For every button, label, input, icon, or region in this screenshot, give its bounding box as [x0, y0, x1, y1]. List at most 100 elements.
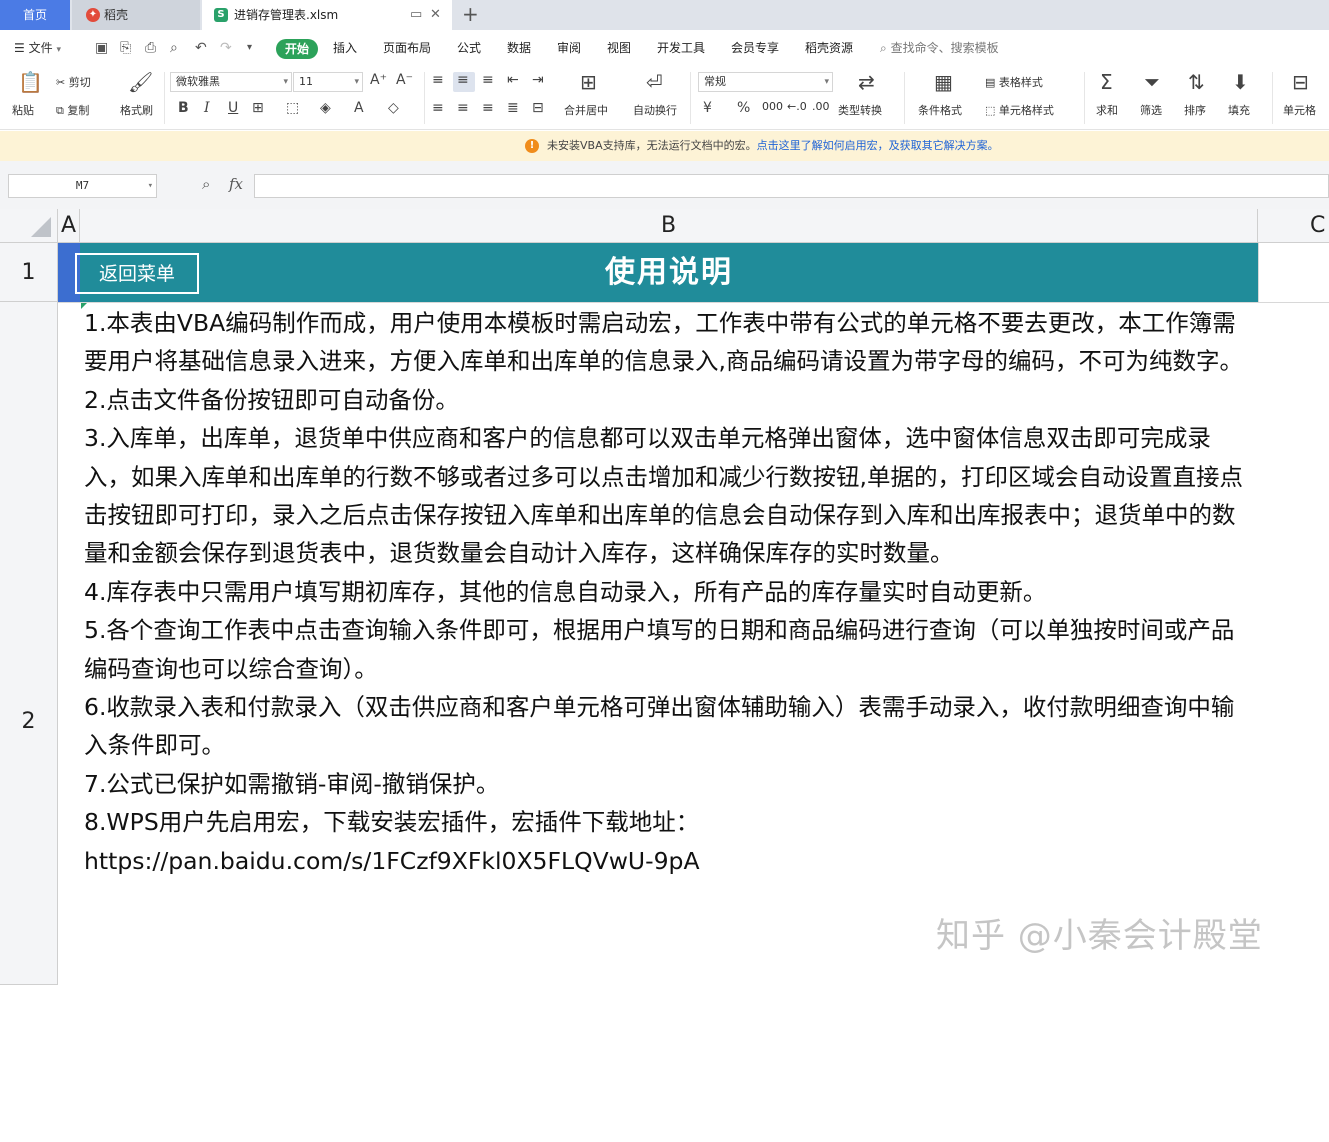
- save-icon[interactable]: ▣: [95, 40, 108, 56]
- tab-daoke[interactable]: ✦ 稻壳: [72, 0, 200, 30]
- distributed-icon[interactable]: ⊟: [532, 100, 544, 116]
- percent-icon[interactable]: %: [737, 100, 750, 116]
- decrease-decimal-icon[interactable]: .00: [812, 100, 830, 113]
- filter-button[interactable]: 筛选: [1140, 102, 1162, 118]
- insert-function-icon[interactable]: fx: [229, 175, 243, 193]
- row-header-1[interactable]: 1: [0, 243, 58, 302]
- select-all-triangle-icon: [31, 217, 51, 237]
- align-bottom-icon[interactable]: ≡: [482, 72, 494, 88]
- column-header-b[interactable]: B: [80, 209, 1258, 243]
- menu-data[interactable]: 数据: [507, 30, 531, 66]
- font-name-select[interactable]: 微软雅黑: [170, 72, 292, 92]
- more-quick-access-icon[interactable]: ▾: [247, 40, 252, 56]
- menu-bar: ☰ 文件 ▾ ▣ ⎘ ⎙ ⌕ ↶ ↷ ▾ 开始 插入 页面布局 公式 数据 审阅…: [0, 30, 1329, 66]
- number-format-select[interactable]: 常规: [698, 72, 833, 92]
- currency-icon[interactable]: ¥: [703, 100, 712, 116]
- align-middle-icon[interactable]: ≡: [457, 72, 469, 88]
- menu-review[interactable]: 审阅: [557, 30, 581, 66]
- sort-button[interactable]: 排序: [1184, 102, 1206, 118]
- menu-developer[interactable]: 开发工具: [657, 30, 705, 66]
- column-header-a[interactable]: A: [58, 209, 80, 243]
- window-mode-icon[interactable]: ▭: [410, 0, 422, 30]
- tab-file[interactable]: S 进销存管理表.xlsm ▭ ✕: [202, 0, 452, 30]
- export-icon[interactable]: ⎘: [120, 40, 131, 56]
- font-size-select[interactable]: 11: [293, 72, 363, 92]
- back-to-menu-button[interactable]: 返回菜单: [75, 253, 199, 294]
- file-menu[interactable]: ☰ 文件 ▾: [14, 30, 61, 66]
- new-tab-button[interactable]: +: [462, 0, 479, 30]
- type-convert-icon[interactable]: ⇄: [858, 70, 875, 94]
- cut-button[interactable]: ✂ 剪切: [56, 74, 91, 90]
- command-search[interactable]: ⌕ 查找命令、搜索模板: [880, 30, 999, 66]
- thousands-separator-icon[interactable]: 000: [762, 100, 783, 113]
- print-preview-icon[interactable]: ⌕: [170, 40, 178, 56]
- cell-b1-banner[interactable]: 使用说明: [80, 243, 1258, 302]
- italic-icon[interactable]: I: [204, 100, 210, 116]
- increase-decimal-icon[interactable]: ←.0: [787, 100, 807, 113]
- paste-icon[interactable]: 📋: [18, 70, 43, 94]
- warning-icon: !: [525, 139, 539, 153]
- menu-insert[interactable]: 插入: [333, 30, 357, 66]
- font-shrink-icon[interactable]: A⁻: [396, 72, 413, 88]
- select-all-corner[interactable]: [0, 209, 58, 243]
- tab-home[interactable]: 首页: [0, 0, 70, 30]
- align-center-icon[interactable]: ≡: [457, 100, 469, 116]
- format-painter-icon[interactable]: 🖌: [128, 70, 153, 94]
- instruction-line: 7.公式已保护如需撤销-审阅-撤销保护。: [84, 769, 500, 798]
- cell-button[interactable]: 单元格: [1283, 102, 1316, 118]
- cut-label: 剪切: [68, 76, 91, 89]
- menu-home[interactable]: 开始: [276, 39, 318, 59]
- fill-pattern-icon[interactable]: ⬚: [286, 100, 299, 116]
- underline-icon[interactable]: U: [228, 100, 238, 116]
- menu-page-layout[interactable]: 页面布局: [383, 30, 431, 66]
- column-header-c[interactable]: C: [1310, 209, 1329, 243]
- redo-icon[interactable]: ↷: [220, 40, 232, 56]
- align-left-icon[interactable]: ≡: [432, 100, 444, 116]
- font-grow-icon[interactable]: A⁺: [370, 72, 387, 88]
- cell-style-button[interactable]: ⬚ 单元格样式: [985, 102, 1054, 118]
- close-tab-icon[interactable]: ✕: [430, 0, 441, 30]
- bold-icon[interactable]: B: [178, 100, 189, 116]
- fill-button[interactable]: 填充: [1228, 102, 1250, 118]
- sort-icon[interactable]: ⇅: [1188, 70, 1205, 94]
- font-color-icon[interactable]: A: [354, 100, 364, 116]
- menu-view[interactable]: 视图: [607, 30, 631, 66]
- cell-icon[interactable]: ⊟: [1292, 70, 1309, 94]
- type-convert-button[interactable]: 类型转换: [838, 102, 882, 118]
- row-header-2[interactable]: 2: [0, 302, 58, 985]
- copy-button[interactable]: ⧉ 复制: [56, 102, 89, 118]
- sum-button[interactable]: 求和: [1096, 102, 1118, 118]
- menu-daoke-resources[interactable]: 稻壳资源: [805, 30, 853, 66]
- fill-icon[interactable]: ⬇: [1232, 70, 1249, 94]
- clear-format-icon[interactable]: ◇: [388, 100, 399, 116]
- zoom-formula-icon[interactable]: ⌕: [202, 175, 210, 193]
- justify-icon[interactable]: ≣: [507, 100, 519, 116]
- align-right-icon[interactable]: ≡: [482, 100, 494, 116]
- conditional-format-icon[interactable]: ▦: [934, 70, 953, 94]
- align-top-icon[interactable]: ≡: [432, 72, 444, 88]
- copy-label: 复制: [67, 104, 90, 117]
- table-style-button[interactable]: ▤ 表格样式: [985, 74, 1043, 90]
- conditional-format-button[interactable]: 条件格式: [918, 102, 962, 118]
- merge-center-icon[interactable]: ⊞: [580, 70, 597, 94]
- name-box[interactable]: M7: [8, 174, 157, 198]
- indent-increase-icon[interactable]: ⇥: [532, 72, 544, 88]
- wrap-text-button[interactable]: 自动换行: [633, 102, 677, 118]
- macro-help-link[interactable]: 点击这里了解如何启用宏，及获取其它解决方案。: [757, 139, 999, 152]
- wrap-text-icon[interactable]: ⏎: [646, 70, 663, 94]
- fill-color-icon[interactable]: ◈: [320, 100, 331, 116]
- paste-button[interactable]: 粘贴: [12, 102, 34, 118]
- print-icon[interactable]: ⎙: [145, 40, 156, 56]
- merge-center-button[interactable]: 合并居中: [564, 102, 608, 118]
- cell-b2-instructions[interactable]: 1.本表由VBA编码制作而成，用户使用本模板时需启动宏，工作表中带有公式的单元格…: [84, 304, 1256, 880]
- formula-input[interactable]: [254, 174, 1329, 198]
- filter-icon[interactable]: ⏷: [1144, 70, 1160, 94]
- border-icon[interactable]: ⊞: [252, 100, 264, 116]
- indent-decrease-icon[interactable]: ⇤: [507, 72, 519, 88]
- undo-icon[interactable]: ↶: [195, 40, 207, 56]
- chevron-down-icon: ▾: [56, 45, 61, 55]
- sum-icon[interactable]: Σ: [1100, 70, 1113, 94]
- menu-member[interactable]: 会员专享: [731, 30, 779, 66]
- format-painter-button[interactable]: 格式刷: [120, 102, 153, 118]
- menu-formula[interactable]: 公式: [457, 30, 481, 66]
